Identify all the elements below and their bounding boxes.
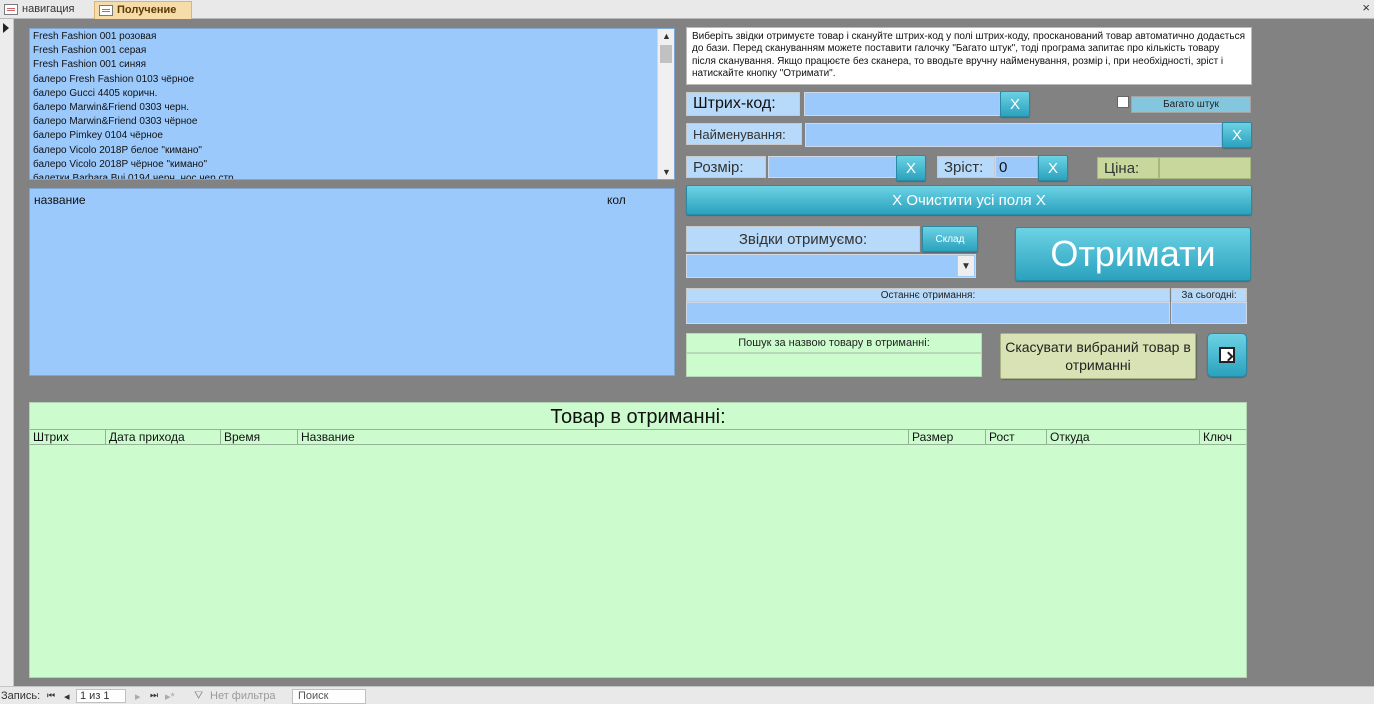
new-record-icon[interactable]: ▸* xyxy=(165,690,175,703)
product-list-item[interactable]: Fresh Fashion 001 серая xyxy=(33,44,674,58)
today-label: За сьогодні: xyxy=(1171,288,1247,302)
column-header-key[interactable]: Ключ xyxy=(1199,430,1232,444)
chevron-down-icon[interactable]: ▼ xyxy=(957,256,974,276)
price-input[interactable] xyxy=(1159,157,1251,179)
tab-receiving[interactable]: Получение xyxy=(94,1,192,19)
product-list-item[interactable]: балеро Fresh Fashion 0103 чёрное xyxy=(33,73,674,87)
clear-name-button[interactable]: X xyxy=(1222,122,1252,148)
previous-record-icon[interactable]: ◂ xyxy=(64,690,70,703)
tab-label: Получение xyxy=(117,4,177,16)
column-header-time[interactable]: Время xyxy=(220,430,260,444)
receipts-title: Товар в отриманні: xyxy=(550,406,726,428)
product-list-scrollbar[interactable]: ▲ ▼ xyxy=(657,29,674,179)
many-pieces-checkbox[interactable] xyxy=(1117,96,1129,108)
document-tab-bar: навигация Получение × xyxy=(0,0,1374,19)
product-list-item[interactable]: Fresh Fashion 001 синяя xyxy=(33,58,674,72)
filter-icon[interactable]: ⛛ xyxy=(194,690,203,703)
source-select[interactable]: ▼ xyxy=(686,254,976,278)
form-icon xyxy=(99,5,113,16)
record-counter[interactable]: 1 из 1 xyxy=(76,689,126,703)
name-input[interactable] xyxy=(805,123,1223,147)
today-count-value xyxy=(1171,302,1247,324)
selected-items-list[interactable]: название кол xyxy=(29,188,675,376)
tab-label: навигация xyxy=(22,3,75,15)
record-label: Запись: xyxy=(1,690,41,702)
product-list-item[interactable]: балеро Vicolo 2018P чёрное "кимано" xyxy=(33,158,674,172)
barcode-input[interactable] xyxy=(804,92,1000,116)
price-label: Ціна: xyxy=(1097,157,1159,179)
column-header-name: название xyxy=(34,193,86,207)
size-label: Розмір: xyxy=(686,156,766,178)
scroll-up-icon[interactable]: ▲ xyxy=(662,31,671,41)
column-header-size[interactable]: Размер xyxy=(908,430,953,444)
tab-navigation[interactable]: навигация xyxy=(0,1,92,19)
age-label: Зріст: xyxy=(937,156,995,178)
many-pieces-label: Багато штук xyxy=(1131,96,1251,113)
column-header-source[interactable]: Откуда xyxy=(1046,430,1090,444)
source-label: Звідки отримуємо: xyxy=(686,226,920,252)
column-header-name[interactable]: Название xyxy=(297,430,355,444)
receipts-header-row: Штрих Дата прихода Время Название Размер… xyxy=(30,429,1246,445)
warehouse-button[interactable]: Склад xyxy=(922,226,978,252)
next-record-icon[interactable]: ▸ xyxy=(135,690,141,703)
column-header-height[interactable]: Рост xyxy=(985,430,1015,444)
instructions-text: Виберіть звідки отримуєте товар і скануй… xyxy=(686,27,1252,85)
receipts-table[interactable]: Товар в отриманні: Штрих Дата прихода Вр… xyxy=(29,402,1247,678)
product-list-item[interactable]: балеро Pimkey 0104 чёрное xyxy=(33,129,674,143)
clear-size-button[interactable]: X xyxy=(896,155,926,181)
name-label: Найменування: xyxy=(686,123,802,145)
scroll-down-icon[interactable]: ▼ xyxy=(662,167,671,177)
receipt-search-label: Пошук за назвою товару в отриманні: xyxy=(686,333,982,353)
first-record-icon[interactable]: ⏮ xyxy=(47,690,55,701)
age-input[interactable]: 0 xyxy=(995,156,1039,178)
record-navigation-bar: Запись: ⏮ ◂ 1 из 1 ▸ ⏭ ▸* ⛛ Нет фильтра … xyxy=(0,686,1374,704)
filter-status[interactable]: Нет фильтра xyxy=(210,690,276,702)
scrollbar-thumb[interactable] xyxy=(660,45,672,63)
form-icon xyxy=(4,4,18,15)
close-icon[interactable]: × xyxy=(1362,0,1370,15)
product-list-item[interactable]: балеро Marwin&Friend 0303 черн. xyxy=(33,101,674,115)
cancel-selected-button[interactable]: Скасувати вибраний товар в отриманні xyxy=(1000,333,1196,379)
record-selector[interactable] xyxy=(0,19,14,686)
size-input[interactable] xyxy=(768,156,896,178)
last-record-icon[interactable]: ⏭ xyxy=(150,690,158,701)
barcode-label: Штрих-код: xyxy=(686,92,800,116)
clear-age-button[interactable]: X xyxy=(1038,155,1068,181)
exit-button[interactable] xyxy=(1207,333,1247,377)
receipt-search-input[interactable] xyxy=(686,353,982,377)
product-list-item[interactable]: балеро Marwin&Friend 0303 чёрное xyxy=(33,115,674,129)
column-header-date[interactable]: Дата прихода xyxy=(105,430,185,444)
exit-door-icon xyxy=(1219,347,1235,363)
product-list-items: Fresh Fashion 001 розовая Fresh Fashion 0… xyxy=(30,29,674,179)
current-record-arrow-icon xyxy=(3,23,9,33)
record-search-input[interactable]: Поиск xyxy=(292,689,366,704)
clear-all-fields-button[interactable]: X Очистити усі поля X xyxy=(686,185,1252,215)
receive-button[interactable]: Отримати xyxy=(1015,227,1251,281)
last-receipt-value xyxy=(686,302,1170,324)
product-list[interactable]: Fresh Fashion 001 розовая Fresh Fashion 0… xyxy=(29,28,675,180)
clear-barcode-button[interactable]: X xyxy=(1000,91,1030,117)
last-receipt-label: Останнє отримання: xyxy=(686,288,1170,302)
product-list-item[interactable]: Fresh Fashion 001 розовая xyxy=(33,30,674,44)
column-header-quantity: кол xyxy=(607,193,626,207)
product-list-item[interactable]: балеро Gucci 4405 коричн. xyxy=(33,87,674,101)
product-list-item[interactable]: балетки Barbara Bui 0194 черн. нос.чер.с… xyxy=(33,172,674,179)
product-list-item[interactable]: балеро Vicolo 2018P белое "кимано" xyxy=(33,144,674,158)
column-header-barcode[interactable]: Штрих xyxy=(30,430,69,444)
